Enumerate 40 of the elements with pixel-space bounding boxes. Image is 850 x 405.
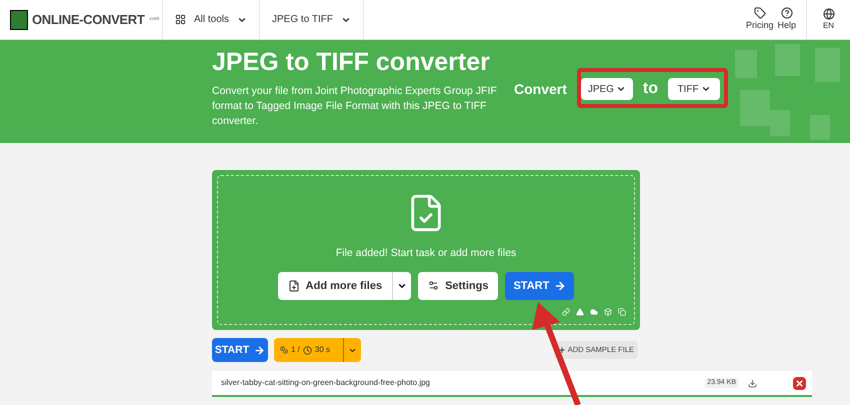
credits-button[interactable]: 1 / 30 s	[274, 338, 361, 362]
page-title: JPEG to TIFF converter	[212, 47, 491, 78]
link-icon[interactable]	[562, 308, 570, 316]
download-icon[interactable]	[748, 378, 757, 388]
file-plus-icon	[288, 280, 300, 292]
clock-icon	[302, 346, 312, 354]
language-button[interactable]: EN	[806, 0, 850, 39]
chevron-icon	[616, 84, 626, 94]
settings-button[interactable]: Settings	[418, 272, 498, 300]
settings-icon	[428, 280, 440, 292]
start-button[interactable]: START	[505, 272, 574, 300]
file-name: silver-tabby-cat-sitting-on-green-background-free-photo.jpg	[221, 377, 430, 389]
convert-label: Convert	[514, 80, 567, 98]
cloud-icon[interactable]	[590, 308, 598, 316]
nav-menu[interactable]: JPEG to TIFF	[260, 0, 364, 39]
logo-text: ONLINE-CONVERT	[32, 10, 144, 29]
source-format-select[interactable]: JPEG	[580, 78, 633, 100]
clipboard-icon[interactable]	[618, 308, 626, 316]
arrow-right-icon	[554, 280, 566, 292]
target-format-select[interactable]: TIFF	[668, 78, 720, 100]
upload-message: File added! Start task or add more files	[336, 246, 516, 261]
duration-text: 30 s	[314, 344, 330, 356]
remove-file-button[interactable]	[793, 376, 806, 390]
credit-count: 1 /	[291, 344, 300, 356]
grid-icon	[175, 14, 186, 25]
start-button[interactable]: START	[212, 338, 268, 362]
arrow-right-icon	[254, 344, 266, 356]
coin-icon	[280, 346, 288, 354]
plus-icon	[558, 346, 566, 354]
globe-icon	[822, 8, 834, 20]
help-icon	[780, 6, 793, 19]
tag-icon	[754, 6, 766, 19]
page-description: Convert your file from Joint Photographic Experts Group JFIF format to Tagged Image File Format with this JPEG to TIFF converter.	[212, 84, 498, 129]
header-link[interactable]: Pricing	[744, 0, 776, 39]
close-icon	[795, 378, 804, 388]
chevron-icon	[700, 84, 711, 94]
nav-menu[interactable]: All tools	[163, 0, 260, 39]
logo-icon	[10, 10, 28, 30]
header-link[interactable]: Help	[775, 0, 798, 39]
to-label: to	[642, 79, 658, 99]
